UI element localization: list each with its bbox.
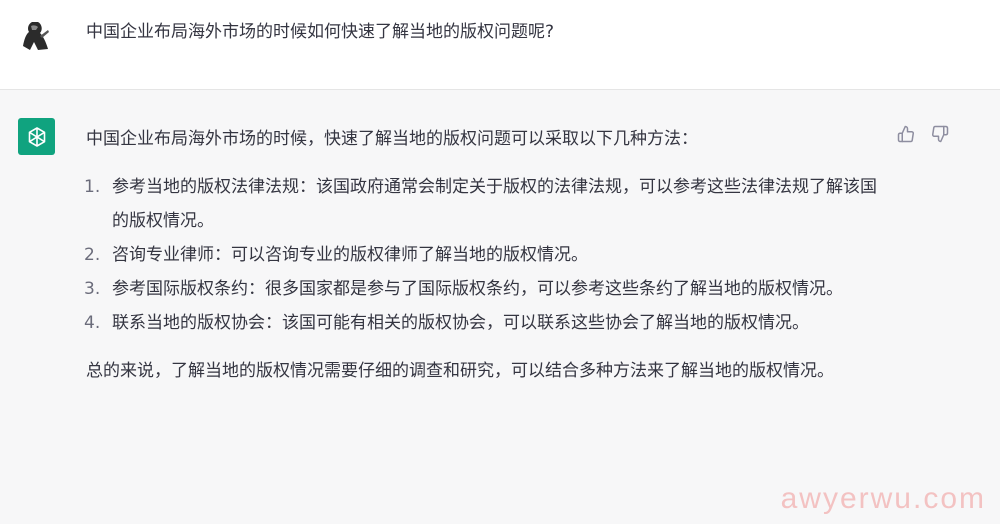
list-item-number: 3. xyxy=(84,279,101,299)
assistant-message-content: 中国企业布局海外市场的时候，快速了解当地的版权问题可以采取以下几种方法： 1. … xyxy=(84,122,886,388)
list-item-text: 咨询专业律师：可以咨询专业的版权律师了解当地的版权情况。 xyxy=(112,245,588,265)
list-item-text: 参考国际版权条约：很多国家都是参与了国际版权条约，可以参考这些条约了解当地的版权… xyxy=(112,279,843,299)
assistant-intro-text: 中国企业布局海外市场的时候，快速了解当地的版权问题可以采取以下几种方法： xyxy=(86,129,698,149)
methods-list: 1. 参考当地的版权法律法规：该国政府通常会制定关于版权的法律法规，可以参考这些… xyxy=(84,170,886,340)
list-item-text: 参考当地的版权法律法规：该国政府通常会制定关于版权的法律法规，可以参考这些法律法… xyxy=(112,177,877,231)
user-message-row: 中国企业布局海外市场的时候如何快速了解当地的版权问题呢? xyxy=(0,0,1000,90)
thumbs-down-button[interactable] xyxy=(928,122,952,146)
list-item-text: 联系当地的版权协会：该国可能有相关的版权协会，可以联系这些协会了解当地的版权情况… xyxy=(112,313,809,333)
list-item-number: 4. xyxy=(84,313,101,333)
list-item: 4. 联系当地的版权协会：该国可能有相关的版权协会，可以联系这些协会了解当地的版… xyxy=(84,306,886,340)
list-item-number: 1. xyxy=(84,177,101,197)
thumbs-up-icon xyxy=(897,125,914,143)
list-item: 1. 参考当地的版权法律法规：该国政府通常会制定关于版权的法律法规，可以参考这些… xyxy=(84,170,886,238)
thumbs-up-button[interactable] xyxy=(894,122,918,146)
user-message-text: 中国企业布局海外市场的时候如何快速了解当地的版权问题呢? xyxy=(86,22,555,42)
list-item: 2. 咨询专业律师：可以咨询专业的版权律师了解当地的版权情况。 xyxy=(84,238,886,272)
list-item: 3. 参考国际版权条约：很多国家都是参与了国际版权条约，可以参考这些条约了解当地… xyxy=(84,272,886,306)
watermark-text: awyerwu.com xyxy=(780,482,986,515)
assistant-message-row: 中国企业布局海外市场的时候，快速了解当地的版权问题可以采取以下几种方法： 1. … xyxy=(0,90,1000,524)
user-avatar-icon xyxy=(18,16,54,52)
thumbs-down-icon xyxy=(932,125,949,143)
openai-logo-icon xyxy=(18,118,55,155)
assistant-summary-text: 总的来说，了解当地的版权情况需要仔细的调查和研究，可以结合多种方法来了解当地的版… xyxy=(86,361,834,381)
list-item-number: 2. xyxy=(84,245,101,265)
